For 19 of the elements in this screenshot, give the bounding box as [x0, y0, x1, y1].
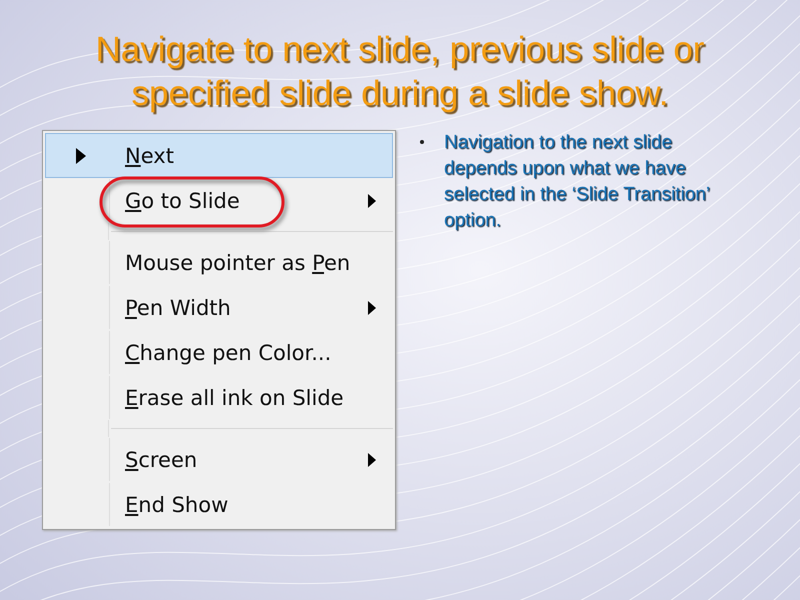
menu-item[interactable]: Screen: [45, 437, 393, 482]
bullet-text: Navigation to the next slide depends upon what we have selected in the ‘Slide Transition’ option.: [444, 131, 710, 233]
menu-item[interactable]: Pen Width: [45, 285, 393, 330]
menu-item-label: Screen: [125, 448, 198, 472]
menu-item-label: Pen Width: [125, 296, 231, 320]
menu-item-label: Erase all ink on Slide: [125, 386, 344, 410]
menu-item-label: Go to Slide: [125, 188, 240, 212]
menu-item[interactable]: Mouse pointer as Pen: [45, 240, 393, 285]
slide-title: Navigate to next slide, previous slide or specified slide during a slide show.: [94, 29, 706, 115]
menu-item[interactable]: Next: [45, 133, 393, 178]
menu-item[interactable]: Go to Slide: [45, 178, 393, 223]
menu-item[interactable]: End Show: [45, 482, 393, 527]
bullet-dot-icon: [420, 140, 424, 144]
menu-item-label: End Show: [125, 492, 228, 516]
menu-item[interactable]: Erase all ink on Slide: [45, 375, 393, 420]
menu-item-label: Next: [125, 144, 174, 168]
menu-item[interactable]: Change pen Color...: [45, 330, 393, 375]
menu-item-label: Mouse pointer as Pen: [125, 250, 350, 274]
menu-item-label: Change pen Color...: [125, 340, 332, 364]
